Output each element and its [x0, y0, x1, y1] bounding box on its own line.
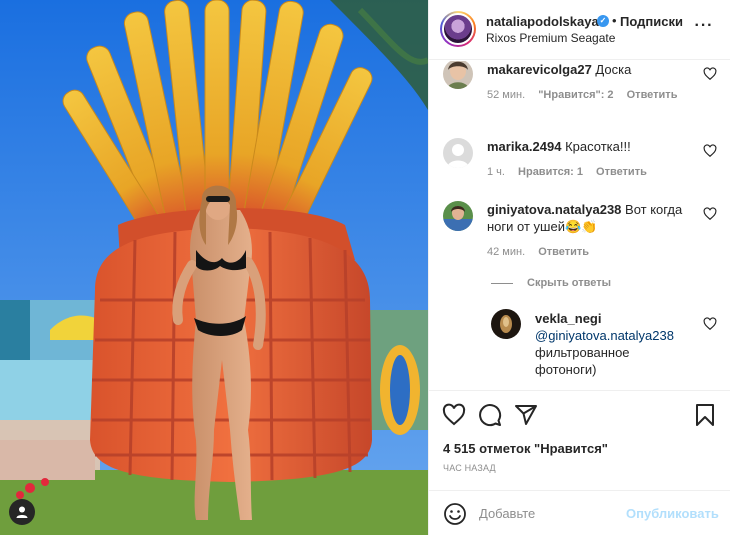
author-username[interactable]: nataliapodolskaya [486, 14, 599, 29]
reply-text: фильтрованное [535, 345, 630, 360]
reply-username[interactable]: vekla_negi [535, 311, 602, 326]
commenter-avatar[interactable] [443, 61, 473, 89]
user-tag-icon[interactable] [9, 499, 35, 525]
reply-button[interactable]: Ответить [627, 89, 678, 101]
hide-replies-line [491, 282, 513, 284]
likes-count[interactable]: 4 515 отметок "Нравится" [443, 441, 608, 456]
comment-like-heart-icon[interactable] [703, 317, 717, 331]
bookmark-icon[interactable] [693, 403, 717, 427]
following-button[interactable]: Подписки [620, 14, 683, 29]
post-header: nataliapodolskaya ✓ • Подписки Rixos Pre… [429, 0, 730, 60]
add-comment-bar: Опубликовать [429, 490, 730, 535]
commenter-avatar[interactable] [443, 138, 473, 168]
commenter-avatar[interactable] [443, 201, 473, 231]
comment-age: 42 мин. [487, 246, 526, 258]
header-separator: • [612, 13, 617, 28]
post-actions: 4 515 отметок "Нравится" ЧАС НАЗАД [429, 390, 730, 490]
comment-text: Доска [595, 62, 632, 77]
emoji-icon[interactable] [443, 502, 467, 526]
reply-button[interactable]: Ответить [538, 246, 589, 258]
photo-image [0, 0, 428, 535]
comment-age: 1 ч. [487, 166, 505, 178]
comment-username[interactable]: makarevicolga27 [487, 62, 592, 77]
verified-badge-icon: ✓ [597, 15, 609, 27]
comment-username[interactable]: marika.2494 [487, 139, 561, 154]
heart-icon[interactable] [442, 403, 466, 427]
comment-input[interactable] [479, 501, 619, 525]
comment-like-heart-icon[interactable] [703, 144, 717, 158]
comment-like-heart-icon[interactable] [703, 207, 717, 221]
comments-list[interactable]: makarevicolga27 Доска 52 мин. "Нравится"… [429, 61, 730, 390]
comment-likes[interactable]: "Нравится": 2 [538, 89, 613, 101]
post-comment-button[interactable]: Опубликовать [626, 506, 719, 521]
post-timestamp[interactable]: ЧАС НАЗАД [443, 463, 496, 473]
reply-text: фотоноги) [535, 362, 597, 377]
post-sidebar: nataliapodolskaya ✓ • Подписки Rixos Pre… [428, 0, 730, 535]
comment-like-heart-icon[interactable] [703, 67, 717, 81]
comment-text: giniyatova.natalya238 Вот когда ноги от … [487, 202, 683, 234]
comment-likes[interactable]: Нравится: 1 [518, 166, 583, 178]
reply-mention[interactable]: @giniyatova.natalya238 [535, 328, 674, 343]
more-icon[interactable]: ··· [694, 18, 714, 39]
post-photo[interactable] [0, 0, 428, 535]
hide-replies-button[interactable]: Скрыть ответы [491, 277, 611, 289]
comment-username[interactable]: giniyatova.natalya238 [487, 202, 621, 217]
replier-avatar[interactable] [491, 309, 521, 339]
post-location[interactable]: Rixos Premium Seagate [486, 31, 615, 45]
share-icon[interactable] [514, 403, 538, 427]
author-avatar[interactable] [440, 11, 476, 47]
comment-age: 52 мин. [487, 89, 526, 101]
comment-text: Красотка!!! [565, 139, 631, 154]
comment-icon[interactable] [478, 403, 502, 427]
reply-button[interactable]: Ответить [596, 166, 647, 178]
